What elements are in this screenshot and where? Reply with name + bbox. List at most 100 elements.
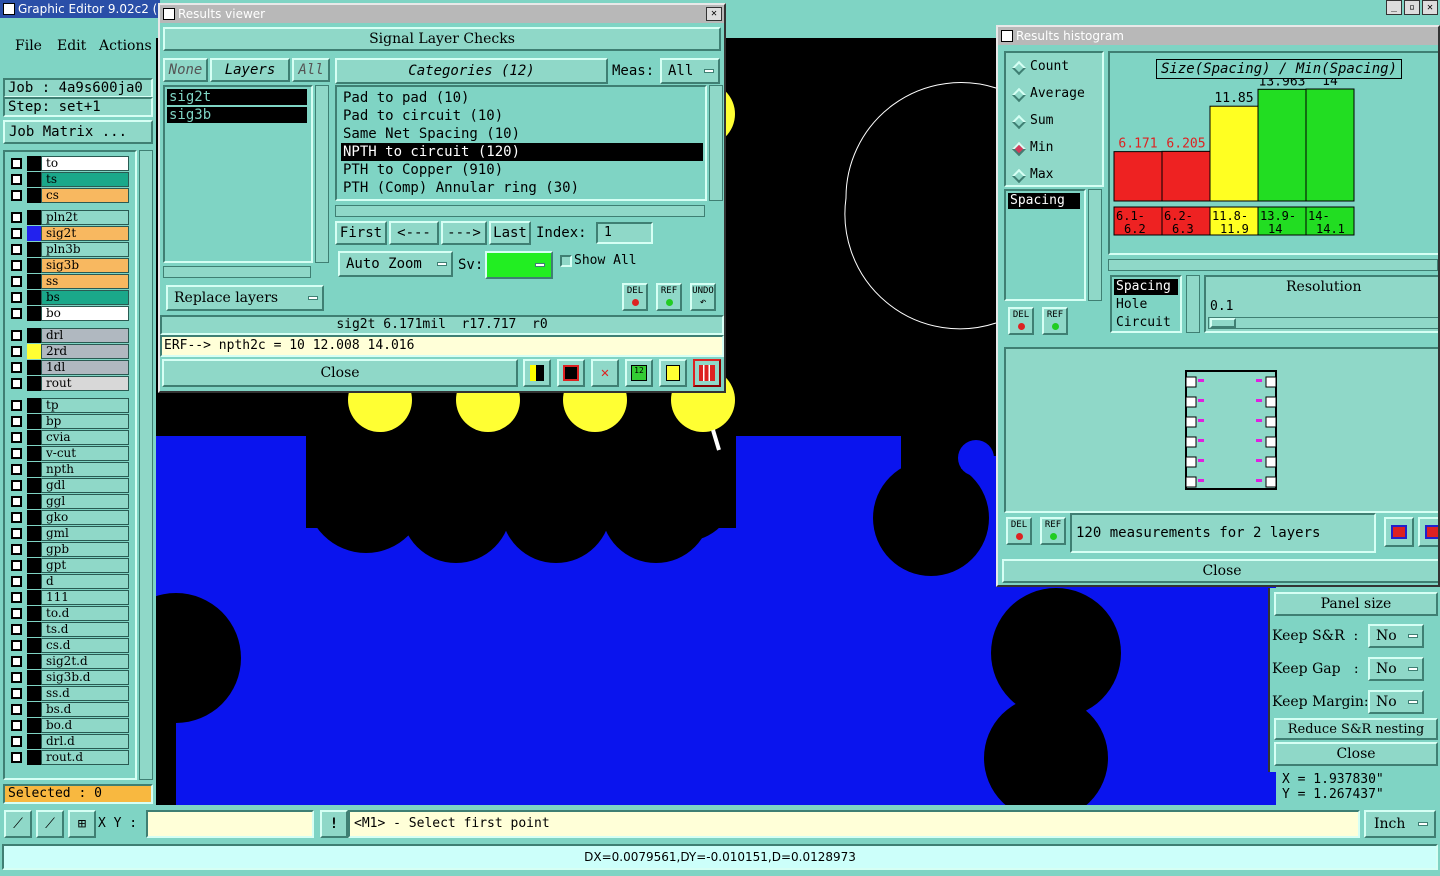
layer-list-scrollbar[interactable] (139, 150, 153, 780)
zoom-to-icon[interactable] (557, 359, 585, 387)
job-matrix-button[interactable]: Job Matrix ... (3, 120, 153, 144)
layer-row-rout[interactable]: rout (7, 376, 129, 391)
none-button[interactable]: None (163, 58, 208, 82)
layer-color-swatch[interactable] (27, 606, 41, 621)
layer-row-gdl[interactable]: gdl (7, 478, 129, 493)
resolution-slider[interactable] (1208, 317, 1438, 329)
info-icon[interactable]: ! (320, 810, 348, 838)
layer-color-swatch[interactable] (27, 242, 41, 257)
layer-row-gko[interactable]: gko (7, 510, 129, 525)
layer-row-bs[interactable]: bs (7, 290, 129, 305)
panel-size-button[interactable]: Panel size (1274, 592, 1438, 616)
type-item[interactable]: Spacing (1114, 279, 1178, 295)
layer-checkbox[interactable] (11, 736, 22, 747)
layer-color-swatch[interactable] (27, 622, 41, 637)
del-button[interactable]: DEL (622, 283, 648, 311)
layer-color-swatch[interactable] (27, 376, 41, 391)
layer-color-swatch[interactable] (27, 360, 41, 375)
layer-checkbox[interactable] (11, 528, 22, 539)
layer-color-swatch[interactable] (27, 718, 41, 733)
next-button[interactable]: ---> (441, 221, 487, 245)
mode-radio[interactable] (1011, 87, 1027, 103)
layer-checkbox[interactable] (11, 292, 22, 303)
layer-checkbox[interactable] (11, 464, 22, 475)
last-button[interactable]: Last (489, 221, 531, 245)
layer-checkbox[interactable] (11, 544, 22, 555)
layer-list-vscroll[interactable] (315, 85, 329, 263)
layer-checkbox[interactable] (11, 496, 22, 507)
histogram-del-button[interactable]: DEL (1008, 307, 1034, 335)
results-viewer-close-button[interactable]: Close (162, 359, 518, 387)
ref-button[interactable]: REF (656, 283, 682, 311)
layer-row-ts[interactable]: ts (7, 172, 129, 187)
layer-color-swatch[interactable] (27, 702, 41, 717)
main-title-bar[interactable]: Graphic Editor 9.02c2 (0 (0, 0, 160, 18)
maximize-icon[interactable]: ▫ (1404, 0, 1420, 15)
layer-checkbox[interactable] (11, 560, 22, 571)
layer-row-gpb[interactable]: gpb (7, 542, 129, 557)
close-icon[interactable]: ✕ (706, 7, 722, 21)
layer-row-rout-d[interactable]: rout.d (7, 750, 129, 765)
menu-edit[interactable]: Edit (57, 38, 86, 54)
grid-icon[interactable]: ⊞ (68, 810, 96, 838)
categories-hscroll[interactable] (335, 205, 705, 217)
replace-layers-dropdown[interactable]: Replace layers (166, 285, 324, 311)
layer-row-bp[interactable]: bp (7, 414, 129, 429)
layer-checkbox[interactable] (11, 752, 22, 763)
menu-file[interactable]: File (15, 38, 42, 54)
layer-color-swatch[interactable] (27, 654, 41, 669)
layer-row-gpt[interactable]: gpt (7, 558, 129, 573)
layer-color-swatch[interactable] (27, 734, 41, 749)
layer-checkbox[interactable] (11, 576, 22, 587)
first-button[interactable]: First (335, 221, 387, 245)
layer-row-1dl[interactable]: 1dl (7, 360, 129, 375)
categories-vscroll[interactable] (709, 85, 723, 201)
histogram-list-item[interactable]: Spacing (1008, 193, 1080, 209)
layer-color-swatch[interactable] (27, 542, 41, 557)
show-all-checkbox[interactable] (560, 255, 572, 267)
layer-row-sig3b-d[interactable]: sig3b.d (7, 670, 129, 685)
categories-button[interactable]: Categories (12) (335, 58, 608, 84)
category-item[interactable]: Pad to pad (10) (341, 89, 469, 107)
layer-color-swatch[interactable] (27, 188, 41, 203)
severity-dropdown[interactable] (485, 251, 553, 279)
layer-checkbox[interactable] (11, 346, 22, 357)
layer-row-ss-d[interactable]: ss.d (7, 686, 129, 701)
layer-checkbox[interactable] (11, 624, 22, 635)
auto-zoom-dropdown[interactable]: Auto Zoom (338, 251, 453, 277)
layer-color-swatch[interactable] (27, 750, 41, 765)
layer-row-bo[interactable]: bo (7, 306, 129, 321)
board-preview[interactable] (1004, 347, 1438, 513)
layer-checkbox[interactable] (11, 432, 22, 443)
layer-row-d[interactable]: d (7, 574, 129, 589)
layer-row-bs-d[interactable]: bs.d (7, 702, 129, 717)
layer-color-swatch[interactable] (27, 210, 41, 225)
layer-checkbox[interactable] (11, 640, 22, 651)
all-button[interactable]: All (292, 58, 330, 82)
layer-color-swatch[interactable] (27, 258, 41, 273)
layer-color-swatch[interactable] (27, 398, 41, 413)
layer-checkbox[interactable] (11, 512, 22, 523)
panel-close-button[interactable]: Close (1274, 742, 1438, 766)
layer-row-sig2t-d[interactable]: sig2t.d (7, 654, 129, 669)
layer-row-npth[interactable]: npth (7, 462, 129, 477)
layer-color-swatch[interactable] (27, 462, 41, 477)
close-icon[interactable]: ✕ (1422, 0, 1438, 15)
export-icon[interactable] (1384, 517, 1414, 547)
layer-checkbox[interactable] (11, 416, 22, 427)
layer-row-tp[interactable]: tp (7, 398, 129, 413)
layer-checkbox[interactable] (11, 480, 22, 491)
minimize-icon[interactable]: _ (1386, 0, 1402, 15)
layer-checkbox[interactable] (11, 260, 22, 271)
layer-row-ts-d[interactable]: ts.d (7, 622, 129, 637)
unit-dropdown[interactable]: Inch (1364, 810, 1436, 838)
layer-row-pln3b[interactable]: pln3b (7, 242, 129, 257)
layer-row-sig2t[interactable]: sig2t (7, 226, 129, 241)
layer-color-swatch[interactable] (27, 446, 41, 461)
export-icon-2[interactable] (1418, 517, 1438, 547)
histogram-title-bar[interactable]: Results histogram (998, 27, 1438, 45)
layer-color-swatch[interactable] (27, 156, 41, 171)
layer-list-hscroll[interactable] (163, 266, 311, 278)
meas-dropdown[interactable]: All (660, 58, 720, 84)
layer-color-swatch[interactable] (27, 290, 41, 305)
